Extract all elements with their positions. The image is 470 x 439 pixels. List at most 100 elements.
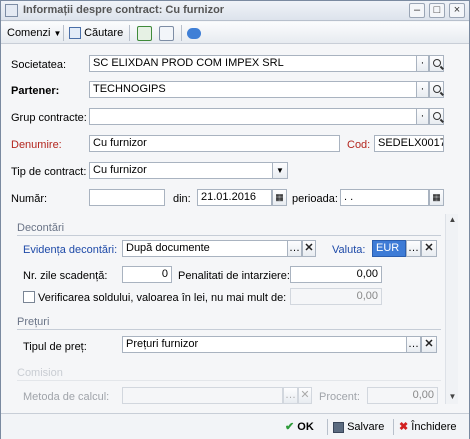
toolbar-separator xyxy=(129,25,130,41)
refresh-icon xyxy=(137,25,152,41)
commands-label: Comenzi xyxy=(7,27,51,39)
contract-window: Informații despre contract: Cu furnizor … xyxy=(0,0,470,439)
calendar-icon: ▦ xyxy=(275,192,284,202)
search-label: Căutare xyxy=(84,27,124,39)
societatea-label: Societatea: xyxy=(11,59,67,71)
din-label: din: xyxy=(173,193,191,205)
preturi-divider xyxy=(17,329,441,330)
search-icon xyxy=(432,112,441,120)
partener-field[interactable]: TECHNOGIPS xyxy=(89,81,417,98)
procent-field[interactable]: 0,00 xyxy=(367,387,438,404)
metoda-more-button[interactable]: … xyxy=(283,387,298,404)
metoda-field[interactable] xyxy=(122,387,283,404)
partener-clear-button[interactable]: · xyxy=(416,81,429,98)
clear-icon: ✕ xyxy=(424,242,434,254)
tip-dropdown-button[interactable]: ▼ xyxy=(272,162,288,179)
din-calendar-button[interactable]: ▦ xyxy=(272,189,287,206)
ok-label: OK xyxy=(297,421,314,433)
calendar-icon: ▦ xyxy=(432,192,441,202)
grup-clear-button[interactable]: · xyxy=(416,108,429,125)
evidenta-field[interactable]: După documente xyxy=(122,240,288,257)
metoda-clear-button[interactable]: ✕ xyxy=(298,387,312,404)
close-icon: ✖ xyxy=(399,421,409,433)
maximize-button[interactable]: □ xyxy=(429,3,445,18)
chevron-down-icon: ▼ xyxy=(276,166,284,175)
cod-field[interactable]: SEDELX0017 xyxy=(374,135,444,152)
procent-label: Procent: xyxy=(319,391,360,403)
comision-section-title: Comision xyxy=(17,367,63,379)
tipul-pret-clear-button[interactable]: ✕ xyxy=(421,336,437,353)
perioada-field[interactable]: . . xyxy=(340,189,429,206)
search-icon xyxy=(432,59,441,67)
scroll-up-icon[interactable]: ▲ xyxy=(447,214,458,226)
societatea-field[interactable]: SC ELIXDAN PROD COM IMPEX SRL xyxy=(89,55,417,72)
save-button[interactable]: Salvare xyxy=(333,419,384,435)
decontari-section-title: Decontări xyxy=(17,222,65,234)
tipul-pret-more-button[interactable]: … xyxy=(406,336,421,353)
close-window-button[interactable]: × xyxy=(449,3,465,18)
preturi-section-title: Prețuri xyxy=(17,316,50,328)
speech-bubble-icon xyxy=(187,27,201,39)
denumire-field[interactable]: Cu furnizor xyxy=(89,135,340,152)
minimize-button[interactable]: – xyxy=(409,3,425,18)
refresh-button[interactable] xyxy=(137,24,152,42)
check-icon: ✔ xyxy=(285,421,295,433)
valuta-field[interactable]: EUR xyxy=(372,240,406,257)
ellipsis-icon: … xyxy=(408,242,419,254)
ellipsis-icon: … xyxy=(289,242,300,254)
partener-search-button[interactable] xyxy=(429,81,444,98)
valuta-more-button[interactable]: … xyxy=(406,240,421,257)
commands-menu[interactable]: Comenzi ▼ xyxy=(7,24,61,42)
footer-separator xyxy=(327,419,328,435)
din-field[interactable]: 21.01.2016 xyxy=(197,189,272,206)
ok-button[interactable]: ✔ OK xyxy=(285,419,314,435)
numar-field[interactable] xyxy=(89,189,165,206)
search-toolbar-icon xyxy=(69,27,81,40)
evidenta-clear-button[interactable]: ✕ xyxy=(302,240,316,257)
dots-icon: · xyxy=(420,110,425,122)
tipul-pret-field[interactable]: Prețuri furnizor xyxy=(122,336,407,353)
metoda-label: Metoda de calcul: xyxy=(23,391,110,403)
window-title: Informații despre contract: Cu furnizor xyxy=(23,4,225,16)
tipul-pret-label: Tipul de preț: xyxy=(23,341,87,353)
penalitati-label: Penalitati de intarziere: xyxy=(178,270,290,282)
footer-separator xyxy=(393,419,394,435)
perioada-label: perioada: xyxy=(292,193,338,205)
close-label: Închidere xyxy=(411,421,457,433)
societatea-clear-button[interactable]: · xyxy=(416,55,429,72)
add-button[interactable] xyxy=(159,24,174,42)
scroll-down-icon[interactable]: ▼ xyxy=(447,391,458,403)
dots-icon: · xyxy=(420,57,425,69)
close-button[interactable]: ✖ Închidere xyxy=(399,419,457,435)
toolbar-separator xyxy=(63,25,64,41)
societatea-search-button[interactable] xyxy=(429,55,444,72)
vertical-scrollbar[interactable]: ▲ ▼ xyxy=(445,214,458,404)
search-button[interactable]: Căutare xyxy=(69,24,123,42)
valuta-clear-button[interactable]: ✕ xyxy=(421,240,437,257)
clear-icon: ✕ xyxy=(424,338,434,350)
verificare-checkbox[interactable] xyxy=(23,291,35,303)
toolbar: Comenzi ▼ Căutare xyxy=(1,22,469,44)
ellipsis-icon: … xyxy=(408,338,419,350)
verificare-label: Verificarea soldului, valoarea în lei, n… xyxy=(38,292,287,304)
zile-field[interactable]: 0 xyxy=(122,266,172,283)
window-icon xyxy=(5,4,18,17)
tip-field[interactable]: Cu furnizor xyxy=(89,162,273,179)
grup-search-button[interactable] xyxy=(429,108,444,125)
evidenta-label: Evidența decontări: xyxy=(23,244,118,256)
decontari-divider xyxy=(17,235,441,236)
perioada-calendar-button[interactable]: ▦ xyxy=(429,189,444,206)
add-document-icon xyxy=(159,25,174,41)
tip-label: Tip de contract: xyxy=(11,166,87,178)
penalitati-field[interactable]: 0,00 xyxy=(290,266,382,283)
verificare-value-field[interactable]: 0,00 xyxy=(290,288,382,305)
footer-bar: ✔ OK Salvare ✖ Închidere xyxy=(1,413,469,439)
grup-field[interactable] xyxy=(89,108,417,125)
grup-label: Grup contracte: xyxy=(11,112,87,124)
comment-button[interactable] xyxy=(187,24,201,42)
clear-icon: ✕ xyxy=(304,242,314,254)
ellipsis-icon: … xyxy=(285,389,296,401)
search-icon xyxy=(432,85,441,93)
evidenta-more-button[interactable]: … xyxy=(287,240,302,257)
numar-label: Număr: xyxy=(11,193,48,205)
